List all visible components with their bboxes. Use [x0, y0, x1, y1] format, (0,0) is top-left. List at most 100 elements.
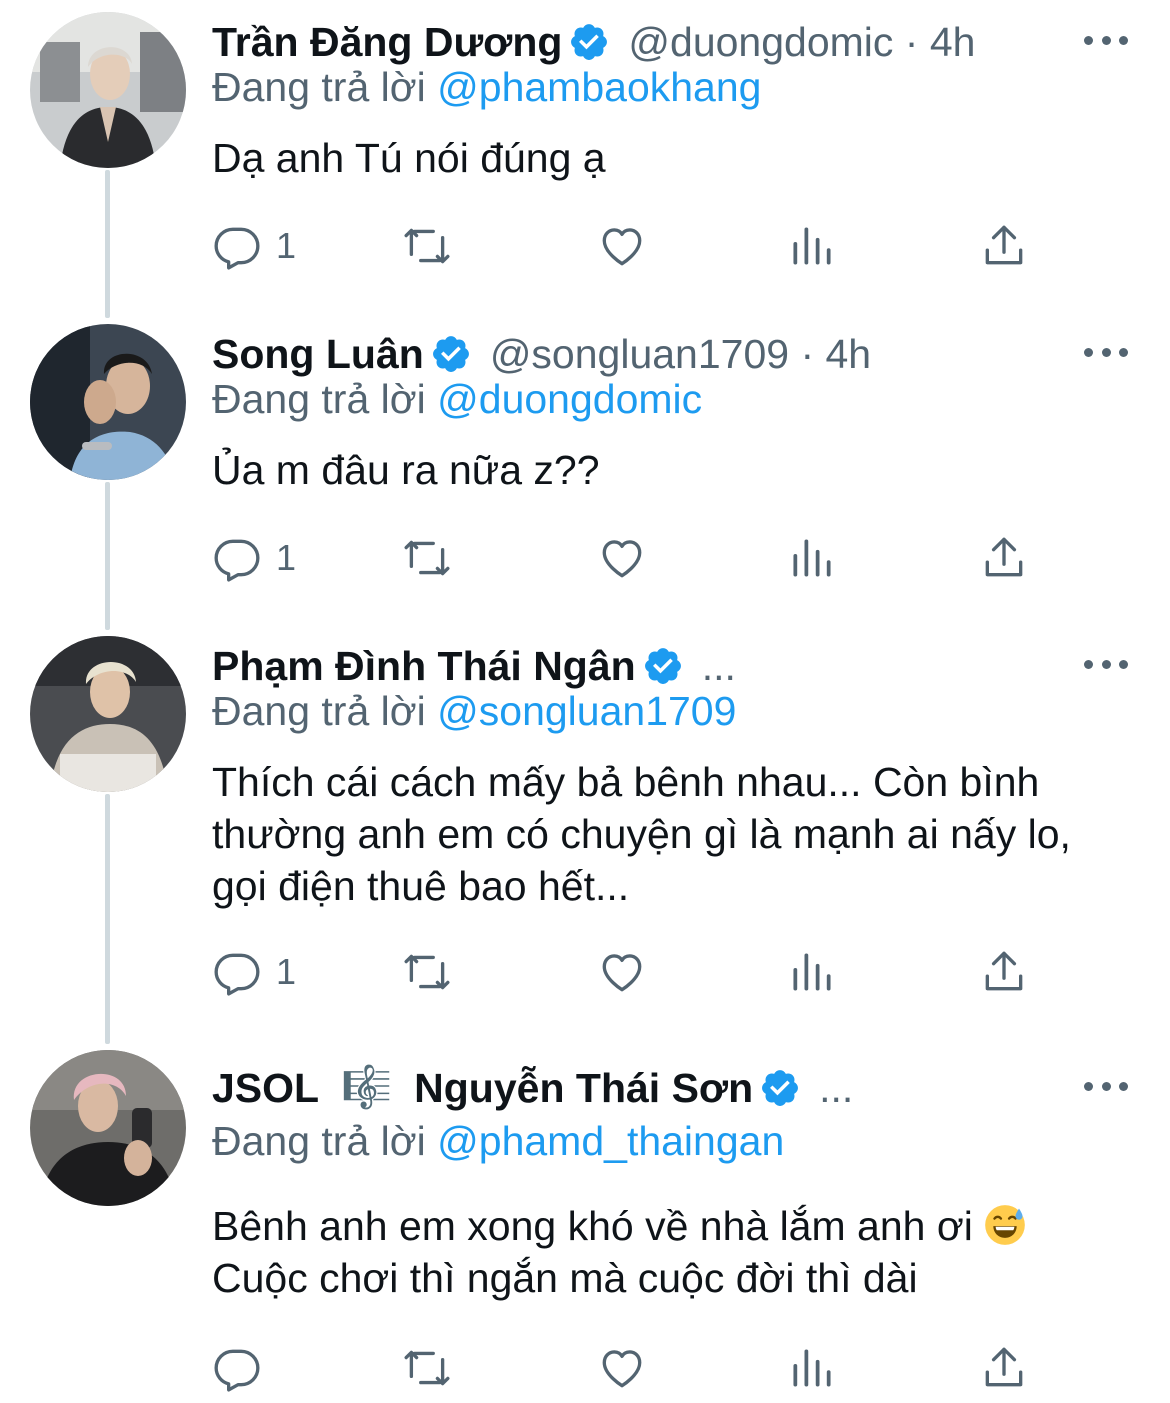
thread-line: [105, 794, 110, 1044]
tweet-text-line: Bênh anh em xong khó về nhà lắm anh ơi: [212, 1200, 1142, 1252]
more-icon[interactable]: [1084, 342, 1128, 362]
avatar[interactable]: [30, 1050, 186, 1206]
tweet-text-line: Thích cái cách mấy bả bênh nhau... Còn b…: [212, 759, 1040, 805]
like-icon: [602, 540, 642, 578]
analytics-button[interactable]: [787, 530, 837, 586]
verified-badge-icon: [568, 21, 610, 63]
tweet-actions: 1: [212, 530, 1042, 586]
analytics-icon: [793, 953, 831, 991]
replying-to: Đang trả lời @songluan1709: [212, 688, 736, 738]
handle-truncation[interactable]: ...: [819, 1065, 853, 1112]
avatar[interactable]: [30, 636, 186, 792]
like-button[interactable]: [597, 218, 647, 274]
retweet-icon: [404, 540, 450, 576]
verified-badge-icon: [642, 645, 684, 687]
replying-to-label: Đang trả lời: [212, 688, 426, 734]
replying-to-handle[interactable]: @phambaokhang: [437, 64, 761, 110]
music-score-emoji: 🎼: [341, 1064, 393, 1110]
tweet-text-line: gọi điện thuê bao hết...: [212, 863, 630, 909]
replying-to: Đang trả lời @phambaokhang: [212, 64, 761, 114]
share-icon: [985, 1347, 1023, 1387]
analytics-icon: [793, 1349, 831, 1387]
like-icon: [602, 228, 642, 266]
tweet-text-segment: Bênh anh em xong khó về nhà lắm anh ơi: [212, 1203, 973, 1249]
tweet-text: Dạ anh Tú nói đúng ạ: [212, 132, 1142, 184]
avatar[interactable]: [30, 12, 186, 168]
avatar-photo: [30, 636, 186, 792]
share-button[interactable]: [979, 530, 1029, 586]
tweet-text: Ủa m đâu ra nữa z??: [212, 444, 1142, 496]
like-icon: [602, 954, 642, 992]
replying-to-handle[interactable]: @duongdomic: [437, 376, 702, 422]
share-icon: [985, 951, 1023, 991]
share-button[interactable]: [979, 218, 1029, 274]
retweet-button[interactable]: [402, 218, 452, 274]
replying-to-label: Đang trả lời: [212, 64, 426, 110]
analytics-button[interactable]: [787, 218, 837, 274]
tweet-header: Trần Đăng Dương @duongdomic · 4h: [212, 14, 1080, 70]
tweet-text-line: thường anh em có chuyện gì là mạnh ai nấ…: [212, 811, 1071, 857]
analytics-button[interactable]: [787, 1340, 837, 1396]
retweet-icon: [404, 228, 450, 264]
handle-truncation[interactable]: ...: [702, 643, 736, 690]
analytics-icon: [793, 227, 831, 265]
reply-button[interactable]: [212, 1340, 276, 1396]
share-button[interactable]: [979, 1340, 1029, 1396]
retweet-button[interactable]: [402, 944, 452, 1000]
handle-and-time[interactable]: @songluan1709 · 4h: [490, 331, 871, 378]
retweet-button[interactable]: [402, 530, 452, 586]
grinning-face-with-sweat-icon: [984, 1204, 1026, 1246]
retweet-icon: [404, 1350, 450, 1386]
avatar-photo: [30, 12, 186, 168]
more-icon[interactable]: [1084, 30, 1128, 50]
tweet-header: Song Luân @songluan1709 · 4h: [212, 326, 1080, 382]
reply-button[interactable]: 1: [212, 944, 296, 1000]
tweet-actions: [212, 1340, 1042, 1396]
reply-count: 1: [276, 225, 297, 266]
like-button[interactable]: [597, 1340, 647, 1396]
display-name[interactable]: Song Luân: [212, 331, 424, 378]
like-button[interactable]: [597, 530, 647, 586]
replying-to-handle[interactable]: @phamd_thaingan: [437, 1118, 784, 1164]
tweet-text: Bênh anh em xong khó về nhà lắm anh ơi C…: [212, 1200, 1142, 1304]
reply-icon: [214, 953, 260, 996]
tweet-actions: 1: [212, 944, 1042, 1000]
replying-to-label: Đang trả lời: [212, 1118, 426, 1164]
display-name[interactable]: JSOL: [212, 1065, 319, 1112]
more-icon[interactable]: [1084, 1076, 1128, 1096]
reply-count: 1: [276, 951, 297, 992]
tweet-header: Phạm Đình Thái Ngân ...: [212, 638, 1080, 694]
display-name[interactable]: Phạm Đình Thái Ngân: [212, 643, 636, 690]
replying-to-handle[interactable]: @songluan1709: [437, 688, 736, 734]
reply-icon: [214, 1349, 260, 1392]
avatar-photo: [30, 1050, 186, 1206]
handle-and-time[interactable]: @duongdomic · 4h: [628, 19, 975, 66]
analytics-button[interactable]: [787, 944, 837, 1000]
display-name[interactable]: Trần Đăng Dương: [212, 19, 562, 66]
reply-button[interactable]: 1: [212, 530, 296, 586]
reply-icon: [214, 539, 260, 582]
analytics-icon: [793, 539, 831, 577]
share-button[interactable]: [979, 944, 1029, 1000]
reply-button[interactable]: 1: [212, 218, 296, 274]
like-icon: [602, 1350, 642, 1388]
share-icon: [985, 225, 1023, 265]
replying-to-label: Đang trả lời: [212, 376, 426, 422]
more-icon[interactable]: [1084, 654, 1128, 674]
like-button[interactable]: [597, 944, 647, 1000]
tweet-header: JSOL 🎼 Nguyễn Thái Sơn ...: [212, 1060, 1080, 1116]
retweet-icon: [404, 954, 450, 990]
avatar[interactable]: [30, 324, 186, 480]
thread-line: [105, 482, 110, 630]
retweet-button[interactable]: [402, 1340, 452, 1396]
avatar-photo: [30, 324, 186, 480]
reply-icon: [214, 227, 260, 270]
tweet-text-line: Ủa m đâu ra nữa z??: [212, 447, 600, 493]
tweet-text-line: Cuộc chơi thì ngắn mà cuộc đời thì dài: [212, 1255, 918, 1301]
tweet-text: Thích cái cách mấy bả bênh nhau... Còn b…: [212, 756, 1142, 912]
tweet-actions: 1: [212, 218, 1042, 274]
replying-to: Đang trả lời @phamd_thaingan: [212, 1118, 784, 1168]
display-name[interactable]: Nguyễn Thái Sơn: [414, 1065, 753, 1112]
replying-to: Đang trả lời @duongdomic: [212, 376, 702, 426]
share-icon: [985, 537, 1023, 577]
